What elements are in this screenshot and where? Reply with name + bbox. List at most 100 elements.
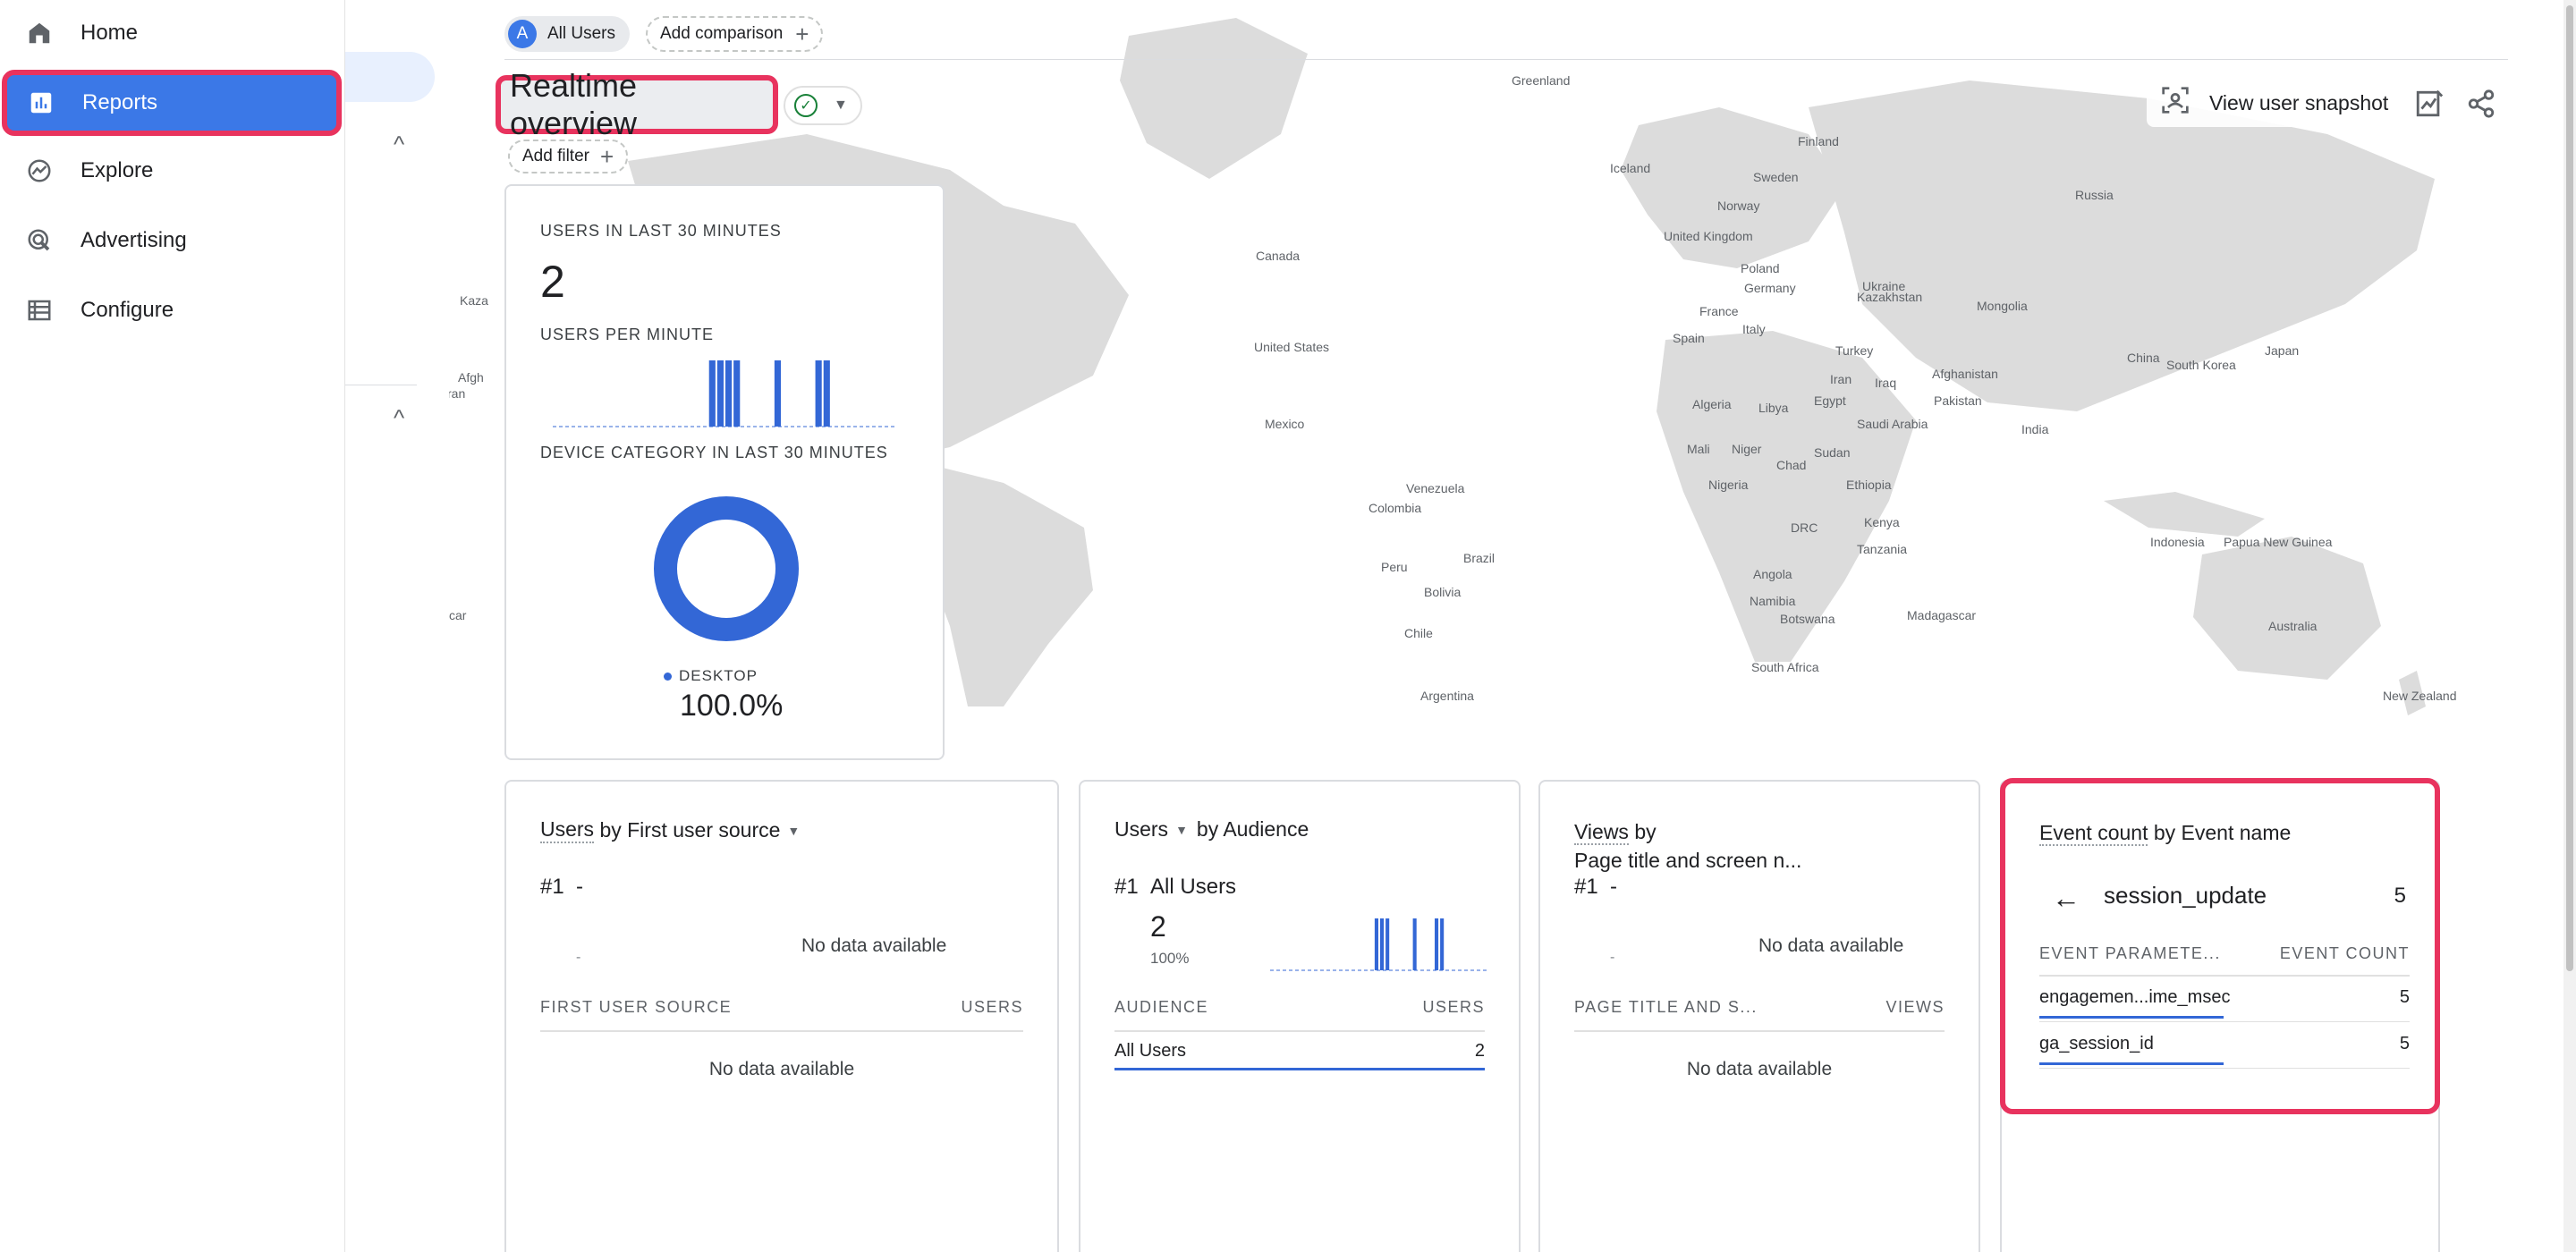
chart-bar (1435, 918, 1439, 970)
sidebar-item-configure[interactable]: Configure (0, 279, 345, 342)
event-count-card: Event count by Event name ← session_upda… (2000, 778, 2440, 1114)
plus-icon: + (599, 142, 614, 170)
table-divider (540, 1030, 1023, 1032)
event-total: 5 (2394, 884, 2406, 908)
sidebar-item-label: Home (80, 21, 139, 45)
device-donut-chart (654, 496, 799, 641)
table-row[interactable]: ga_session_id 5 (2039, 1034, 2410, 1054)
home-icon (23, 17, 55, 49)
metric-label: Event count (2039, 821, 2148, 846)
sparkline-dash: - (1610, 950, 1615, 965)
chart-bar (725, 360, 733, 427)
sidebar-item-home[interactable]: Home (0, 2, 345, 64)
column-header: USERS (961, 998, 1023, 1016)
row-name: All Users (1114, 1041, 1187, 1061)
rank-value: - (1610, 875, 1618, 899)
row-share-bar (2039, 1062, 2224, 1065)
table-header: AUDIENCE USERS (1114, 998, 1485, 1017)
column-header: VIEWS (1885, 998, 1945, 1016)
table-divider (1574, 1030, 1945, 1032)
dimension-label: by Audience (1196, 817, 1309, 841)
chart-bar (716, 360, 724, 427)
caret-down-icon: ▼ (834, 97, 848, 113)
legend-dot (664, 672, 672, 681)
chevron-up-icon[interactable]: ^ (394, 131, 404, 158)
realtime-users-card: USERS IN LAST 30 MINUTES 2 USERS PER MIN… (504, 184, 945, 760)
add-comparison-button[interactable]: Add comparison + (646, 16, 824, 52)
table-header: EVENT PARAMETE... EVENT COUNT (2039, 944, 2410, 963)
rank-number: #1 (540, 875, 564, 899)
sparkline-dash: - (576, 950, 581, 965)
view-user-snapshot-button[interactable]: View user snapshot (2147, 79, 2403, 127)
audience-value: 2 (1150, 910, 1166, 943)
sidebar-item-label: Configure (80, 298, 174, 322)
row-value: 2 (1474, 1041, 1485, 1061)
no-data-message: No data available (1758, 935, 1904, 956)
add-filter-button[interactable]: Add filter + (508, 140, 629, 173)
header-divider (504, 59, 2508, 60)
rank-number: #1 (1114, 875, 1139, 899)
device-name: DESKTOP (679, 667, 758, 684)
chart-bar (774, 360, 781, 427)
audience-card: Users ▼ by Audience #1 All Users 2 100% … (1079, 780, 1521, 1252)
metric-selector[interactable]: Users (1114, 817, 1168, 842)
row-name: ga_session_id (2039, 1034, 2154, 1053)
column-header: EVENT PARAMETE... (2039, 944, 2221, 962)
caret-down-icon[interactable]: ▼ (787, 824, 800, 838)
table-row[interactable]: engagemen...ime_msec 5 (2039, 987, 2410, 1008)
segment-letter: A (508, 20, 537, 48)
sidebar-item-reports[interactable]: Reports (2, 70, 342, 136)
check-circle-icon: ✓ (794, 94, 818, 117)
chart-bar (733, 360, 741, 427)
caret-down-icon[interactable]: ▼ (1175, 823, 1188, 837)
sidebar-item-label: Advertising (80, 228, 187, 252)
back-arrow-icon[interactable]: ← (2052, 882, 2080, 915)
card-title: Users by First user source ▼ (540, 817, 800, 843)
table-no-data: No data available (1686, 1059, 1833, 1079)
plus-icon: + (795, 20, 809, 47)
share-icon[interactable] (2462, 84, 2501, 123)
row-divider (2039, 1068, 2410, 1069)
chart-bar (1440, 918, 1445, 970)
column-header: USERS (1422, 998, 1485, 1016)
chevron-up-icon[interactable]: ^ (394, 404, 404, 432)
sidebar-item-explore[interactable]: Explore (0, 140, 345, 202)
table-row[interactable]: All Users 2 (1114, 1041, 1485, 1062)
sidebar-item-label: Reports (82, 90, 158, 114)
subpanel-selected-item[interactable] (345, 52, 435, 102)
dimension-label: by Event name (2153, 821, 2292, 844)
segment-chip[interactable]: A All Users (504, 16, 631, 52)
sidebar-item-advertising[interactable]: Advertising (0, 209, 345, 272)
row-name: engagemen...ime_msec (2039, 987, 2231, 1007)
row-value: 5 (2399, 1034, 2410, 1053)
rank-value: - (576, 875, 584, 899)
scrollbar-thumb[interactable] (2566, 5, 2573, 971)
users-30-value: 2 (540, 257, 565, 307)
first-user-source-card: Users by First user source ▼ #1 - - No d… (504, 780, 1059, 1252)
chart-bar (1380, 918, 1385, 970)
status-dropdown[interactable]: ✓ ▼ (784, 86, 862, 125)
per-minute-label: USERS PER MINUTE (540, 326, 715, 343)
column-header: PAGE TITLE AND S... (1574, 998, 1758, 1016)
device-legend: DESKTOP (664, 667, 758, 685)
chart-bar (1374, 918, 1378, 970)
table-header: PAGE TITLE AND S... VIEWS (1574, 998, 1945, 1017)
users-per-minute-chart (553, 360, 896, 427)
row-value: 5 (2399, 987, 2410, 1007)
dimension-label: Page title and screen n... (1574, 849, 1802, 872)
sidebar: Home Reports Explore Advertising Configu… (0, 0, 345, 1252)
device-percent: 100.0% (680, 689, 784, 723)
explore-icon (23, 155, 55, 187)
segment-label: All Users (547, 24, 616, 43)
scrollbar-track[interactable] (2563, 0, 2576, 1252)
audience-sparkline (1270, 918, 1488, 971)
customize-report-icon[interactable] (2410, 84, 2449, 123)
table-no-data: No data available (708, 1059, 855, 1079)
rank-row: #1 - (540, 875, 583, 900)
add-filter-label: Add filter (522, 147, 589, 165)
row-share-bar (2039, 1016, 2224, 1019)
advertising-icon (23, 224, 55, 257)
add-comparison-label: Add comparison (660, 24, 784, 43)
chart-bar (823, 360, 830, 427)
dimension-selector[interactable]: by First user source (599, 818, 780, 842)
